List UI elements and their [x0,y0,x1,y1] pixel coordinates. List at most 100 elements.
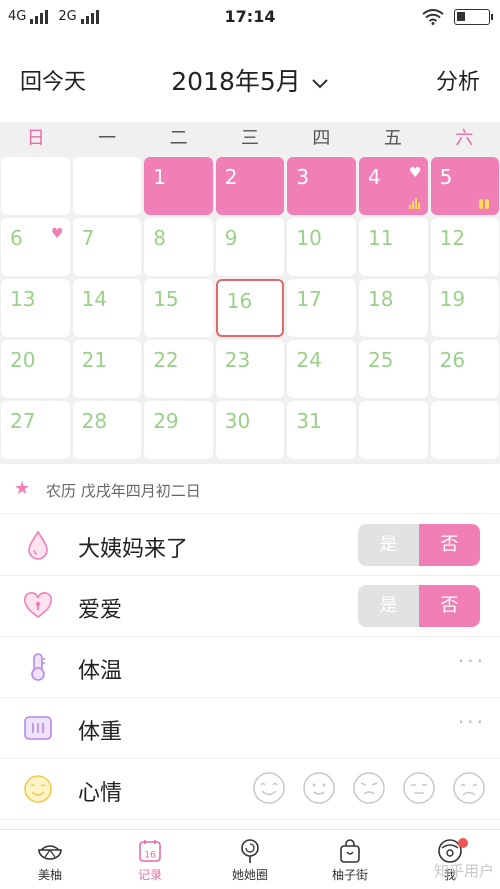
calendar-day[interactable]: 1 [144,157,213,215]
calendar-day[interactable]: 29 [144,401,213,459]
lunar-date-row: ★ 农历 戊戌年四月初二日 [0,466,500,514]
calendar-day-number: 8 [153,226,166,250]
temperature-more-icon[interactable]: ··· [458,649,486,673]
calendar-day-number: 21 [81,348,108,372]
calendar-day-number: 27 [10,409,36,433]
calendar-day[interactable]: 5 [430,157,500,215]
analysis-button[interactable]: 分析 [436,64,480,96]
mood-smile-icon[interactable] [302,771,336,805]
calendar-day-number: 25 [368,348,394,372]
heart-icon: ♥ [51,226,64,242]
calendar-day[interactable]: 25 [359,340,428,398]
month-title: 2018年5月 [171,67,301,96]
mood-happy-icon[interactable] [252,771,286,805]
period-no-button[interactable]: 否 [419,524,480,566]
weekday-label: 三 [240,128,259,149]
calendar-day[interactable]: 21 [72,340,142,398]
calendar-day[interactable]: 22 [144,340,213,398]
calendar-day-number: 4 [368,165,381,189]
calendar-empty-cell [359,401,428,459]
month-selector[interactable]: 2018年5月 [0,62,500,98]
calendar-day[interactable]: 12 [430,218,500,276]
calendar-day-number: 18 [368,287,394,311]
heart-lock-icon [24,592,52,618]
nav-me[interactable]: 我 知乎用户 [400,830,500,889]
mood-sad-icon[interactable] [452,771,486,805]
thermometer-icon [31,653,45,681]
love-label: 爱爱 [78,598,123,623]
calendar-day-number: 11 [368,226,394,250]
lollipop-icon [241,839,259,863]
calendar-day[interactable]: 4 ♥ [359,157,428,215]
period-row: 大姨妈来了 是 否 [0,515,500,576]
calendar-empty-cell [72,157,142,215]
calendar-day[interactable]: 15 [144,279,213,337]
period-yes-button[interactable]: 是 [358,524,419,566]
lunar-date-text: 农历 戊戌年四月初二日 [46,482,201,500]
weekday-label: 四 [312,128,331,149]
calendar-day[interactable]: 18 [359,279,428,337]
calendar-day[interactable]: 13 [1,279,70,337]
calendar-day[interactable]: 2 [215,157,285,215]
calendar-day[interactable]: 14 [72,279,142,337]
nav-meiyou[interactable]: 美柚 [0,830,100,889]
calendar-day[interactable]: 27 [1,401,70,459]
nav-community[interactable]: 她她圈 [200,830,300,889]
period-toggle: 是 否 [358,524,480,566]
smiley-icon [24,775,52,803]
weight-label: 体重 [78,720,123,745]
calendar-icon-day: 16 [144,851,156,861]
calendar-day[interactable]: 7 [72,218,142,276]
calendar-day[interactable]: 19 [430,279,500,337]
temperature-label: 体温 [78,659,123,684]
watermark: 知乎用户 [433,862,494,880]
calendar-day-number: 20 [10,348,36,372]
calendar-day-number: 1 [153,165,166,189]
calendar-day[interactable]: 6 ♥ [1,218,70,276]
pad-icon [479,198,490,209]
calendar-day-number: 23 [224,348,251,372]
calendar-day[interactable]: 9 [215,218,285,276]
weekday-label: 日 [26,128,45,149]
love-no-button[interactable]: 否 [419,585,480,627]
heart-icon: ♥ [409,165,422,181]
calendar-icon: 16 [139,840,161,862]
calendar-day[interactable]: 30 [215,401,285,459]
calendar-day[interactable]: 23 [215,340,285,398]
calendar-day-number: 5 [439,165,453,189]
calendar-day[interactable]: 3 [287,157,356,215]
status-bar: 4G 2G 17:14 [0,0,500,34]
calendar-day-number: 6 [10,226,23,250]
calendar-day[interactable]: 26 [430,340,500,398]
calendar-day-number: 14 [81,287,108,311]
calendar-day-number: 26 [439,348,466,372]
header: 回今天 2018年5月 分析 [0,34,500,120]
calendar-day[interactable]: 11 [359,218,428,276]
nav-shop[interactable]: 柚子街 [300,830,400,889]
grapefruit-icon [38,845,62,860]
calendar-day-number: 29 [153,409,179,433]
weight-more-icon[interactable]: ··· [458,710,486,734]
star-icon: ★ [14,478,31,499]
love-toggle: 是 否 [358,585,480,627]
temperature-row[interactable]: 体温 ··· [0,637,500,698]
weight-row[interactable]: 体重 ··· [0,698,500,759]
nav-meiyou-label: 美柚 [37,868,62,882]
calendar-day[interactable]: 8 [144,218,213,276]
mood-angry-icon[interactable] [352,771,386,805]
calendar-day[interactable]: 10 [287,218,356,276]
calendar-day-number: 13 [10,287,36,311]
calendar-day[interactable]: 20 [1,340,70,398]
nav-record[interactable]: 16 记录 [100,830,200,889]
calendar-day[interactable]: 24 [287,340,356,398]
love-yes-button[interactable]: 是 [358,585,419,627]
calendar-day-number: 16 [226,289,253,313]
mood-meh-icon[interactable] [402,771,436,805]
calendar-day-number: 15 [153,287,179,311]
calendar-day-number: 22 [153,348,179,372]
calendar-day[interactable]: 31 [287,401,356,459]
calendar-day[interactable]: 28 [72,401,142,459]
calendar-day[interactable]: 17 [287,279,356,337]
calendar-day[interactable]: 16 [215,279,285,337]
calendar-day-number: 30 [224,409,251,433]
